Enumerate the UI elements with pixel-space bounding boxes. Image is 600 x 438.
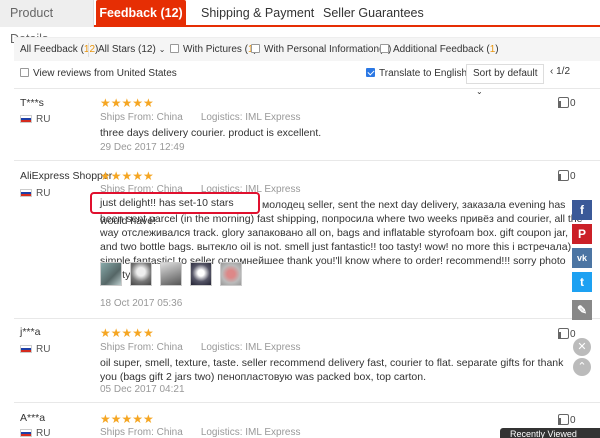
review-date: 18 Oct 2017 05:36 xyxy=(100,298,183,309)
facebook-share-icon[interactable]: f xyxy=(572,200,592,220)
reviewer-name: T***s xyxy=(20,97,44,109)
additional-feedback-label: Additional Feedback ( xyxy=(393,44,490,55)
star-rating: ★★★★★ xyxy=(100,169,154,183)
with-pictures-label: With Pictures ( xyxy=(183,44,249,55)
chevron-down-icon: ⌄ xyxy=(476,87,483,96)
translate-option[interactable]: Translate to English xyxy=(366,66,467,82)
logistics: Logistics: IML Express xyxy=(200,112,301,123)
filter-additional-feedback[interactable]: Additional Feedback (1) xyxy=(380,38,499,62)
star-rating: ★★★★★ xyxy=(100,96,154,110)
tab-shipping-payment[interactable]: Shipping & Payment xyxy=(201,0,314,27)
divider xyxy=(14,160,600,161)
recently-viewed-bar[interactable]: Recently Viewed xyxy=(500,428,600,438)
pinterest-share-icon[interactable]: P xyxy=(572,224,592,244)
review-date: 29 Dec 2017 12:49 xyxy=(100,142,185,153)
scroll-up-icon[interactable]: ⌃ xyxy=(573,358,591,376)
helpful-count: 0 xyxy=(570,171,576,182)
filter-all-stars-label: All Stars (12) xyxy=(98,44,156,55)
view-us-label: View reviews from United States xyxy=(33,68,177,79)
review-meta: Ships From: China Logistics: IML Express xyxy=(100,112,300,123)
feedback-filter-bar: All Feedback (12) All Stars (12) ⌄ With P… xyxy=(14,37,600,61)
ships-from: Ships From: China xyxy=(100,342,183,353)
ships-from: Ships From: China xyxy=(100,112,183,123)
reviewer-name: A***a xyxy=(20,412,46,424)
additional-feedback-checkbox[interactable] xyxy=(380,44,389,53)
review-date: 05 Dec 2017 04:21 xyxy=(100,384,185,395)
edit-icon[interactable]: ✎ xyxy=(572,300,592,320)
thumbs-up-icon xyxy=(558,97,569,108)
helpful-button[interactable]: 0 xyxy=(558,170,576,182)
reviewer-country: RU xyxy=(20,114,50,125)
translate-label: Translate to English xyxy=(379,68,468,79)
filter-with-pictures[interactable]: With Pictures (1) xyxy=(170,38,257,62)
review-text: oil super, smell, texture, taste. seller… xyxy=(100,357,564,383)
reviewer-country: RU xyxy=(20,428,50,438)
highlighted-review-phrase: just delight!! has set-10 stars would ha… xyxy=(90,192,260,227)
view-us-reviews-option[interactable]: View reviews from United States xyxy=(20,66,177,82)
page-indicator: 1/2 xyxy=(556,66,571,77)
divider xyxy=(14,318,600,319)
review-photo[interactable] xyxy=(100,262,122,286)
filter-divider xyxy=(88,43,89,57)
reviewer-name: AliExpress Shopper xyxy=(20,170,113,182)
reviewer-country: RU xyxy=(20,188,50,199)
translate-checkbox[interactable] xyxy=(366,68,375,77)
pagination: ‹ 1/2 xyxy=(550,66,570,77)
star-rating: ★★★★★ xyxy=(100,326,154,340)
thumbs-up-icon xyxy=(558,170,569,181)
vk-share-icon[interactable]: vk xyxy=(572,248,592,268)
review-photo[interactable] xyxy=(160,262,182,286)
divider xyxy=(14,88,600,89)
tab-feedback[interactable]: Feedback (12) xyxy=(96,0,186,27)
with-personal-checkbox[interactable] xyxy=(251,44,260,53)
filter-with-personal-info[interactable]: With Personal Information(0) xyxy=(251,38,391,62)
divider xyxy=(14,402,600,403)
russia-flag-icon xyxy=(20,189,32,197)
russia-flag-icon xyxy=(20,115,32,123)
helpful-count: 0 xyxy=(570,98,576,109)
helpful-button[interactable]: 0 xyxy=(558,328,576,340)
tab-seller-guarantees[interactable]: Seller Guarantees xyxy=(323,0,424,27)
thumbs-up-icon xyxy=(558,328,569,339)
sort-dropdown[interactable]: Sort by default ⌄ xyxy=(466,64,544,96)
russia-flag-icon xyxy=(20,345,32,353)
thumbs-up-icon xyxy=(558,414,569,425)
reviewer-country: RU xyxy=(20,344,50,355)
filter-all-feedback[interactable]: All Feedback (12) xyxy=(20,38,98,62)
tab-product-details[interactable]: Product Details xyxy=(0,0,94,46)
filter-all-feedback-label: All Feedback ( xyxy=(20,44,84,55)
filter-all-feedback-count: 12 xyxy=(83,44,96,55)
review-meta: Ships From: China Logistics: IML Express xyxy=(100,342,300,353)
helpful-count: 0 xyxy=(570,329,576,340)
filter-paren: ) xyxy=(495,44,499,55)
ships-from: Ships From: China xyxy=(100,427,183,438)
reviewer-name: j***a xyxy=(20,326,41,338)
star-rating: ★★★★★ xyxy=(100,412,154,426)
review-meta: Ships From: China Logistics: IML Express xyxy=(100,427,300,438)
sort-label: Sort by default xyxy=(473,68,538,79)
review-photo[interactable] xyxy=(130,262,152,286)
tab-bar: Product Details Feedback (12) Shipping &… xyxy=(0,0,600,46)
logistics: Logistics: IML Express xyxy=(200,427,301,438)
chevron-down-icon: ⌄ xyxy=(158,45,166,54)
helpful-button[interactable]: 0 xyxy=(558,414,576,426)
twitter-share-icon[interactable]: t xyxy=(572,272,592,292)
russia-flag-icon xyxy=(20,429,32,437)
close-icon[interactable]: ✕ xyxy=(573,338,591,356)
with-personal-label: With Personal Information( xyxy=(264,44,383,55)
view-us-checkbox[interactable] xyxy=(20,68,29,77)
review-photo[interactable] xyxy=(190,262,212,286)
review-text: three days delivery courier. product is … xyxy=(100,127,322,139)
helpful-count: 0 xyxy=(570,415,576,426)
country-code: RU xyxy=(36,188,51,199)
country-code: RU xyxy=(36,344,51,355)
logistics: Logistics: IML Express xyxy=(200,342,301,353)
country-code: RU xyxy=(36,428,51,438)
country-code: RU xyxy=(36,114,51,125)
filter-all-stars-dropdown[interactable]: All Stars (12) ⌄ xyxy=(98,38,166,62)
helpful-button[interactable]: 0 xyxy=(558,97,576,109)
with-pictures-checkbox[interactable] xyxy=(170,44,179,53)
review-photo[interactable] xyxy=(220,262,242,286)
